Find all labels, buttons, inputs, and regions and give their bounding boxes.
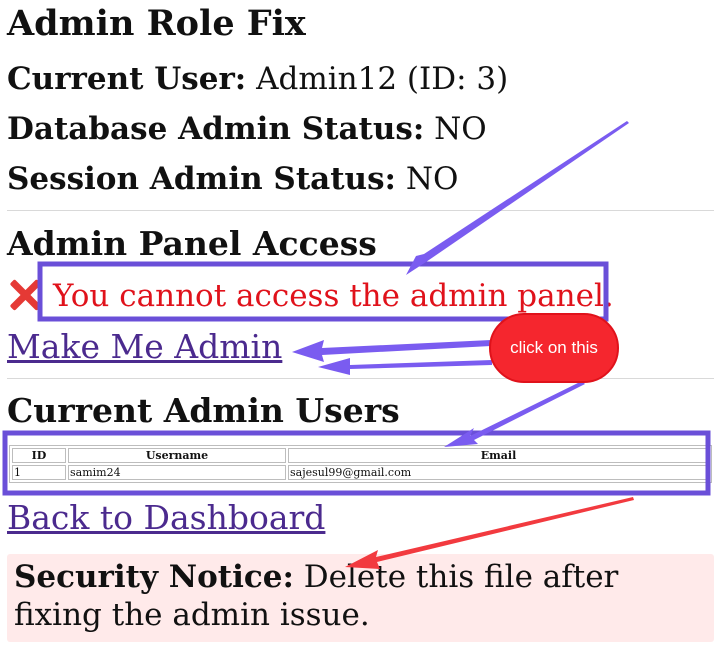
divider [7,210,714,211]
cross-mark-icon [7,276,43,312]
divider [7,378,714,379]
admin-panel-heading: Admin Panel Access [7,224,377,263]
current-user-row: Current User: Admin12 (ID: 3) [7,59,508,99]
security-notice: Security Notice: Delete this file after … [7,554,714,642]
session-admin-status-value: NO [405,161,459,197]
cell-username: samim24 [68,465,286,480]
callout-label: click on this [510,338,598,357]
arrow-to-make-admin-2 [318,358,492,375]
table-header-row: ID Username Email [12,448,709,463]
security-notice-label: Security Notice: [14,559,294,595]
cell-email: sajesul99@gmail.com [288,465,709,480]
table-row: 1 samim24 sajesul99@gmail.com [12,465,709,480]
access-denied-message: You cannot access the admin panel. [7,276,614,316]
db-admin-status-label: Database Admin Status: [7,111,425,147]
arrow-to-table [444,381,585,447]
callout-bubble [489,313,619,383]
access-denied-text: You cannot access the admin panel. [53,278,614,314]
admin-users-heading: Current Admin Users [7,391,400,430]
cell-id: 1 [12,465,66,480]
db-admin-status-value: NO [434,111,487,147]
column-header-id: ID [12,448,66,463]
current-user-label: Current User: [7,61,247,97]
current-user-value: Admin12 (ID: 3) [256,61,509,97]
column-header-email: Email [288,448,709,463]
arrow-to-make-admin-1 [292,340,491,362]
make-me-admin-link[interactable]: Make Me Admin [7,326,282,368]
page-title: Admin Role Fix [7,3,306,44]
back-to-dashboard-link[interactable]: Back to Dashboard [7,497,325,539]
session-admin-status-label: Session Admin Status: [7,161,396,197]
admin-users-table: ID Username Email 1 samim24 sajesul99@gm… [9,445,712,483]
db-admin-status-row: Database Admin Status: NO [7,109,487,149]
column-header-username: Username [68,448,286,463]
session-admin-status-row: Session Admin Status: NO [7,159,458,199]
